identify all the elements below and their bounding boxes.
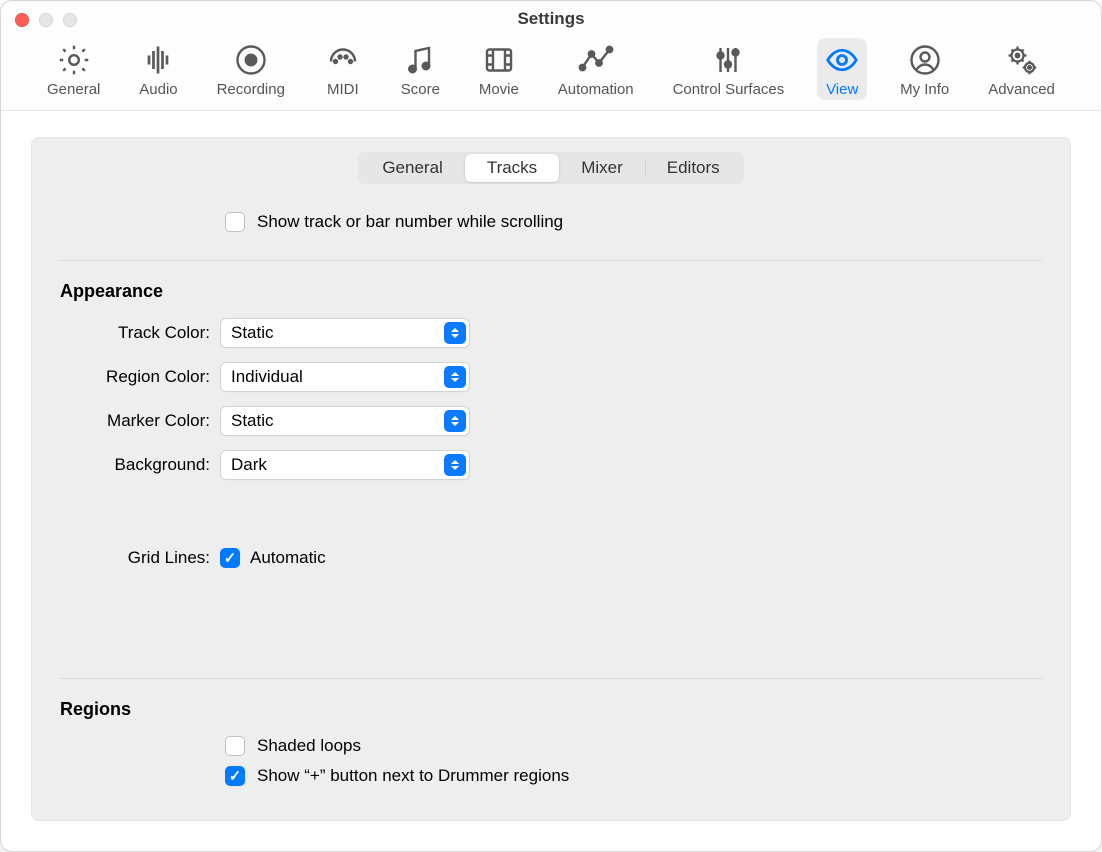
settings-window: Settings General Audio Recording MIDI	[0, 0, 1102, 852]
toolbar-item-recording[interactable]: Recording	[211, 38, 291, 100]
show-track-or-bar-checkbox[interactable]	[225, 212, 245, 232]
show-track-or-bar-label: Show track or bar number while scrolling	[257, 212, 563, 232]
toolbar-item-control-surfaces[interactable]: Control Surfaces	[667, 38, 791, 100]
automation-curve-icon	[578, 42, 614, 78]
gear-icon	[56, 42, 92, 78]
toolbar-item-view[interactable]: View	[817, 38, 867, 100]
grid-lines-label: Grid Lines:	[32, 548, 220, 568]
eye-icon	[824, 42, 860, 78]
appearance-section-title: Appearance	[60, 281, 1070, 302]
marker-color-label: Marker Color:	[32, 411, 220, 431]
divider	[60, 260, 1042, 261]
toolbar-item-score[interactable]: Score	[395, 38, 446, 100]
toolbar-item-general[interactable]: General	[41, 38, 106, 100]
toolbar-label: My Info	[900, 81, 949, 98]
divider	[60, 678, 1042, 679]
tracks-settings-panel: General Tracks Mixer Editors Show track …	[31, 137, 1071, 821]
marker-color-row: Marker Color: Static	[32, 406, 1070, 436]
shaded-loops-checkbox[interactable]	[225, 736, 245, 756]
toolbar-item-audio[interactable]: Audio	[133, 38, 183, 100]
background-label: Background:	[32, 455, 220, 475]
subtab-mixer[interactable]: Mixer	[559, 154, 645, 182]
shaded-loops-row: Shaded loops	[225, 736, 1070, 756]
gears-icon	[1004, 42, 1040, 78]
background-select[interactable]: Dark	[220, 450, 470, 480]
grid-lines-checkbox-label: Automatic	[250, 548, 326, 568]
region-color-value: Individual	[231, 367, 303, 387]
toolbar-item-my-info[interactable]: My Info	[894, 38, 955, 100]
track-color-row: Track Color: Static	[32, 318, 1070, 348]
segmented-control: General Tracks Mixer Editors	[358, 152, 743, 184]
content: General Tracks Mixer Editors Show track …	[1, 111, 1101, 851]
record-icon	[233, 42, 269, 78]
music-note-icon	[402, 42, 438, 78]
region-color-row: Region Color: Individual	[32, 362, 1070, 392]
film-icon	[481, 42, 517, 78]
chevron-updown-icon	[444, 322, 466, 344]
toolbar-label: Automation	[558, 81, 634, 98]
midi-port-icon	[325, 42, 361, 78]
toolbar-item-automation[interactable]: Automation	[552, 38, 640, 100]
toolbar-label: MIDI	[327, 81, 359, 98]
subtab-tracks[interactable]: Tracks	[465, 154, 559, 182]
window-title: Settings	[1, 9, 1101, 29]
toolbar-label: Control Surfaces	[673, 81, 785, 98]
zoom-window-button[interactable]	[63, 13, 77, 27]
subtab-control: General Tracks Mixer Editors	[32, 152, 1070, 184]
chevron-updown-icon	[444, 410, 466, 432]
toolbar-label: Recording	[217, 81, 285, 98]
toolbar-label: Advanced	[988, 81, 1055, 98]
regions-section-title: Regions	[60, 699, 1070, 720]
toolbar-label: Score	[401, 81, 440, 98]
track-color-label: Track Color:	[32, 323, 220, 343]
subtab-general[interactable]: General	[360, 154, 464, 182]
track-color-select[interactable]: Static	[220, 318, 470, 348]
shaded-loops-label: Shaded loops	[257, 736, 361, 756]
marker-color-value: Static	[231, 411, 274, 431]
preferences-toolbar: General Audio Recording MIDI Score	[1, 36, 1101, 111]
chevron-updown-icon	[444, 366, 466, 388]
person-circle-icon	[907, 42, 943, 78]
minimize-window-button[interactable]	[39, 13, 53, 27]
show-track-or-bar-row: Show track or bar number while scrolling	[225, 212, 1070, 232]
toolbar-label: Movie	[479, 81, 519, 98]
toolbar-label: General	[47, 81, 100, 98]
grid-lines-row: Grid Lines: Automatic	[32, 548, 1070, 568]
toolbar-item-advanced[interactable]: Advanced	[982, 38, 1061, 100]
titlebar: Settings	[1, 1, 1101, 36]
grid-lines-checkbox[interactable]	[220, 548, 240, 568]
marker-color-select[interactable]: Static	[220, 406, 470, 436]
region-color-select[interactable]: Individual	[220, 362, 470, 392]
background-value: Dark	[231, 455, 267, 475]
window-controls	[15, 13, 77, 27]
waveform-icon	[140, 42, 176, 78]
track-color-value: Static	[231, 323, 274, 343]
sliders-icon	[710, 42, 746, 78]
show-plus-drummer-label: Show “+” button next to Drummer regions	[257, 766, 569, 786]
show-plus-drummer-row: Show “+” button next to Drummer regions	[225, 766, 1070, 786]
region-color-label: Region Color:	[32, 367, 220, 387]
toolbar-label: View	[826, 81, 858, 98]
toolbar-label: Audio	[139, 81, 177, 98]
toolbar-item-midi[interactable]: MIDI	[318, 38, 368, 100]
subtab-editors[interactable]: Editors	[645, 154, 742, 182]
close-window-button[interactable]	[15, 13, 29, 27]
toolbar-item-movie[interactable]: Movie	[473, 38, 525, 100]
background-row: Background: Dark	[32, 450, 1070, 480]
show-plus-drummer-checkbox[interactable]	[225, 766, 245, 786]
chevron-updown-icon	[444, 454, 466, 476]
